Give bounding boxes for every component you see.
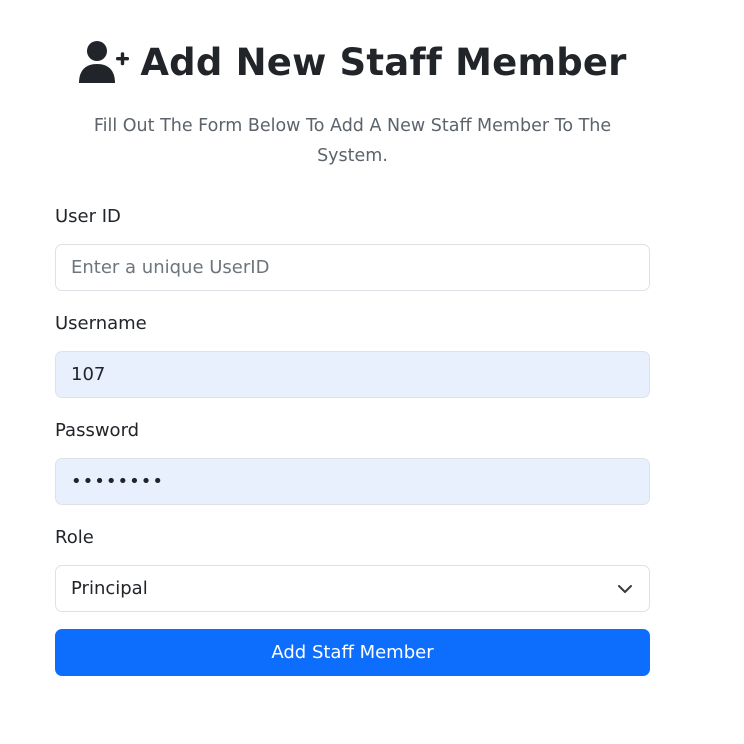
username-value: 107 <box>71 364 106 385</box>
user-id-label: User ID <box>55 206 121 227</box>
page-subtitle: Fill Out The Form Below To Add A New Sta… <box>93 116 612 166</box>
role-selected-value: Principal <box>71 578 148 599</box>
username-group: Username 107 <box>55 312 650 398</box>
page-title: Add New Staff Member <box>55 0 650 90</box>
password-label: Password <box>55 420 140 441</box>
password-value: •••••••• <box>71 471 164 492</box>
username-input[interactable]: 107 <box>55 351 650 398</box>
password-group: Password •••••••• <box>55 419 650 505</box>
chevron-down-icon <box>618 585 632 593</box>
form-container: Add New Staff Member Fill Out The Form B… <box>55 0 650 676</box>
role-label: Role <box>55 527 94 548</box>
add-staff-page: Add New Staff Member Fill Out The Form B… <box>0 0 744 744</box>
role-group: Role Principal <box>55 526 650 612</box>
role-select[interactable]: Principal <box>55 565 650 612</box>
page-title-text: Add New Staff Member <box>140 40 627 84</box>
user-plus-icon <box>79 41 130 83</box>
user-id-input[interactable]: Enter a unique UserID <box>55 244 650 291</box>
username-label: Username <box>55 313 147 334</box>
user-id-group: User ID Enter a unique UserID <box>55 205 650 291</box>
add-staff-member-button[interactable]: Add Staff Member <box>55 629 650 676</box>
password-input[interactable]: •••••••• <box>55 458 650 505</box>
user-id-placeholder: Enter a unique UserID <box>71 257 270 278</box>
